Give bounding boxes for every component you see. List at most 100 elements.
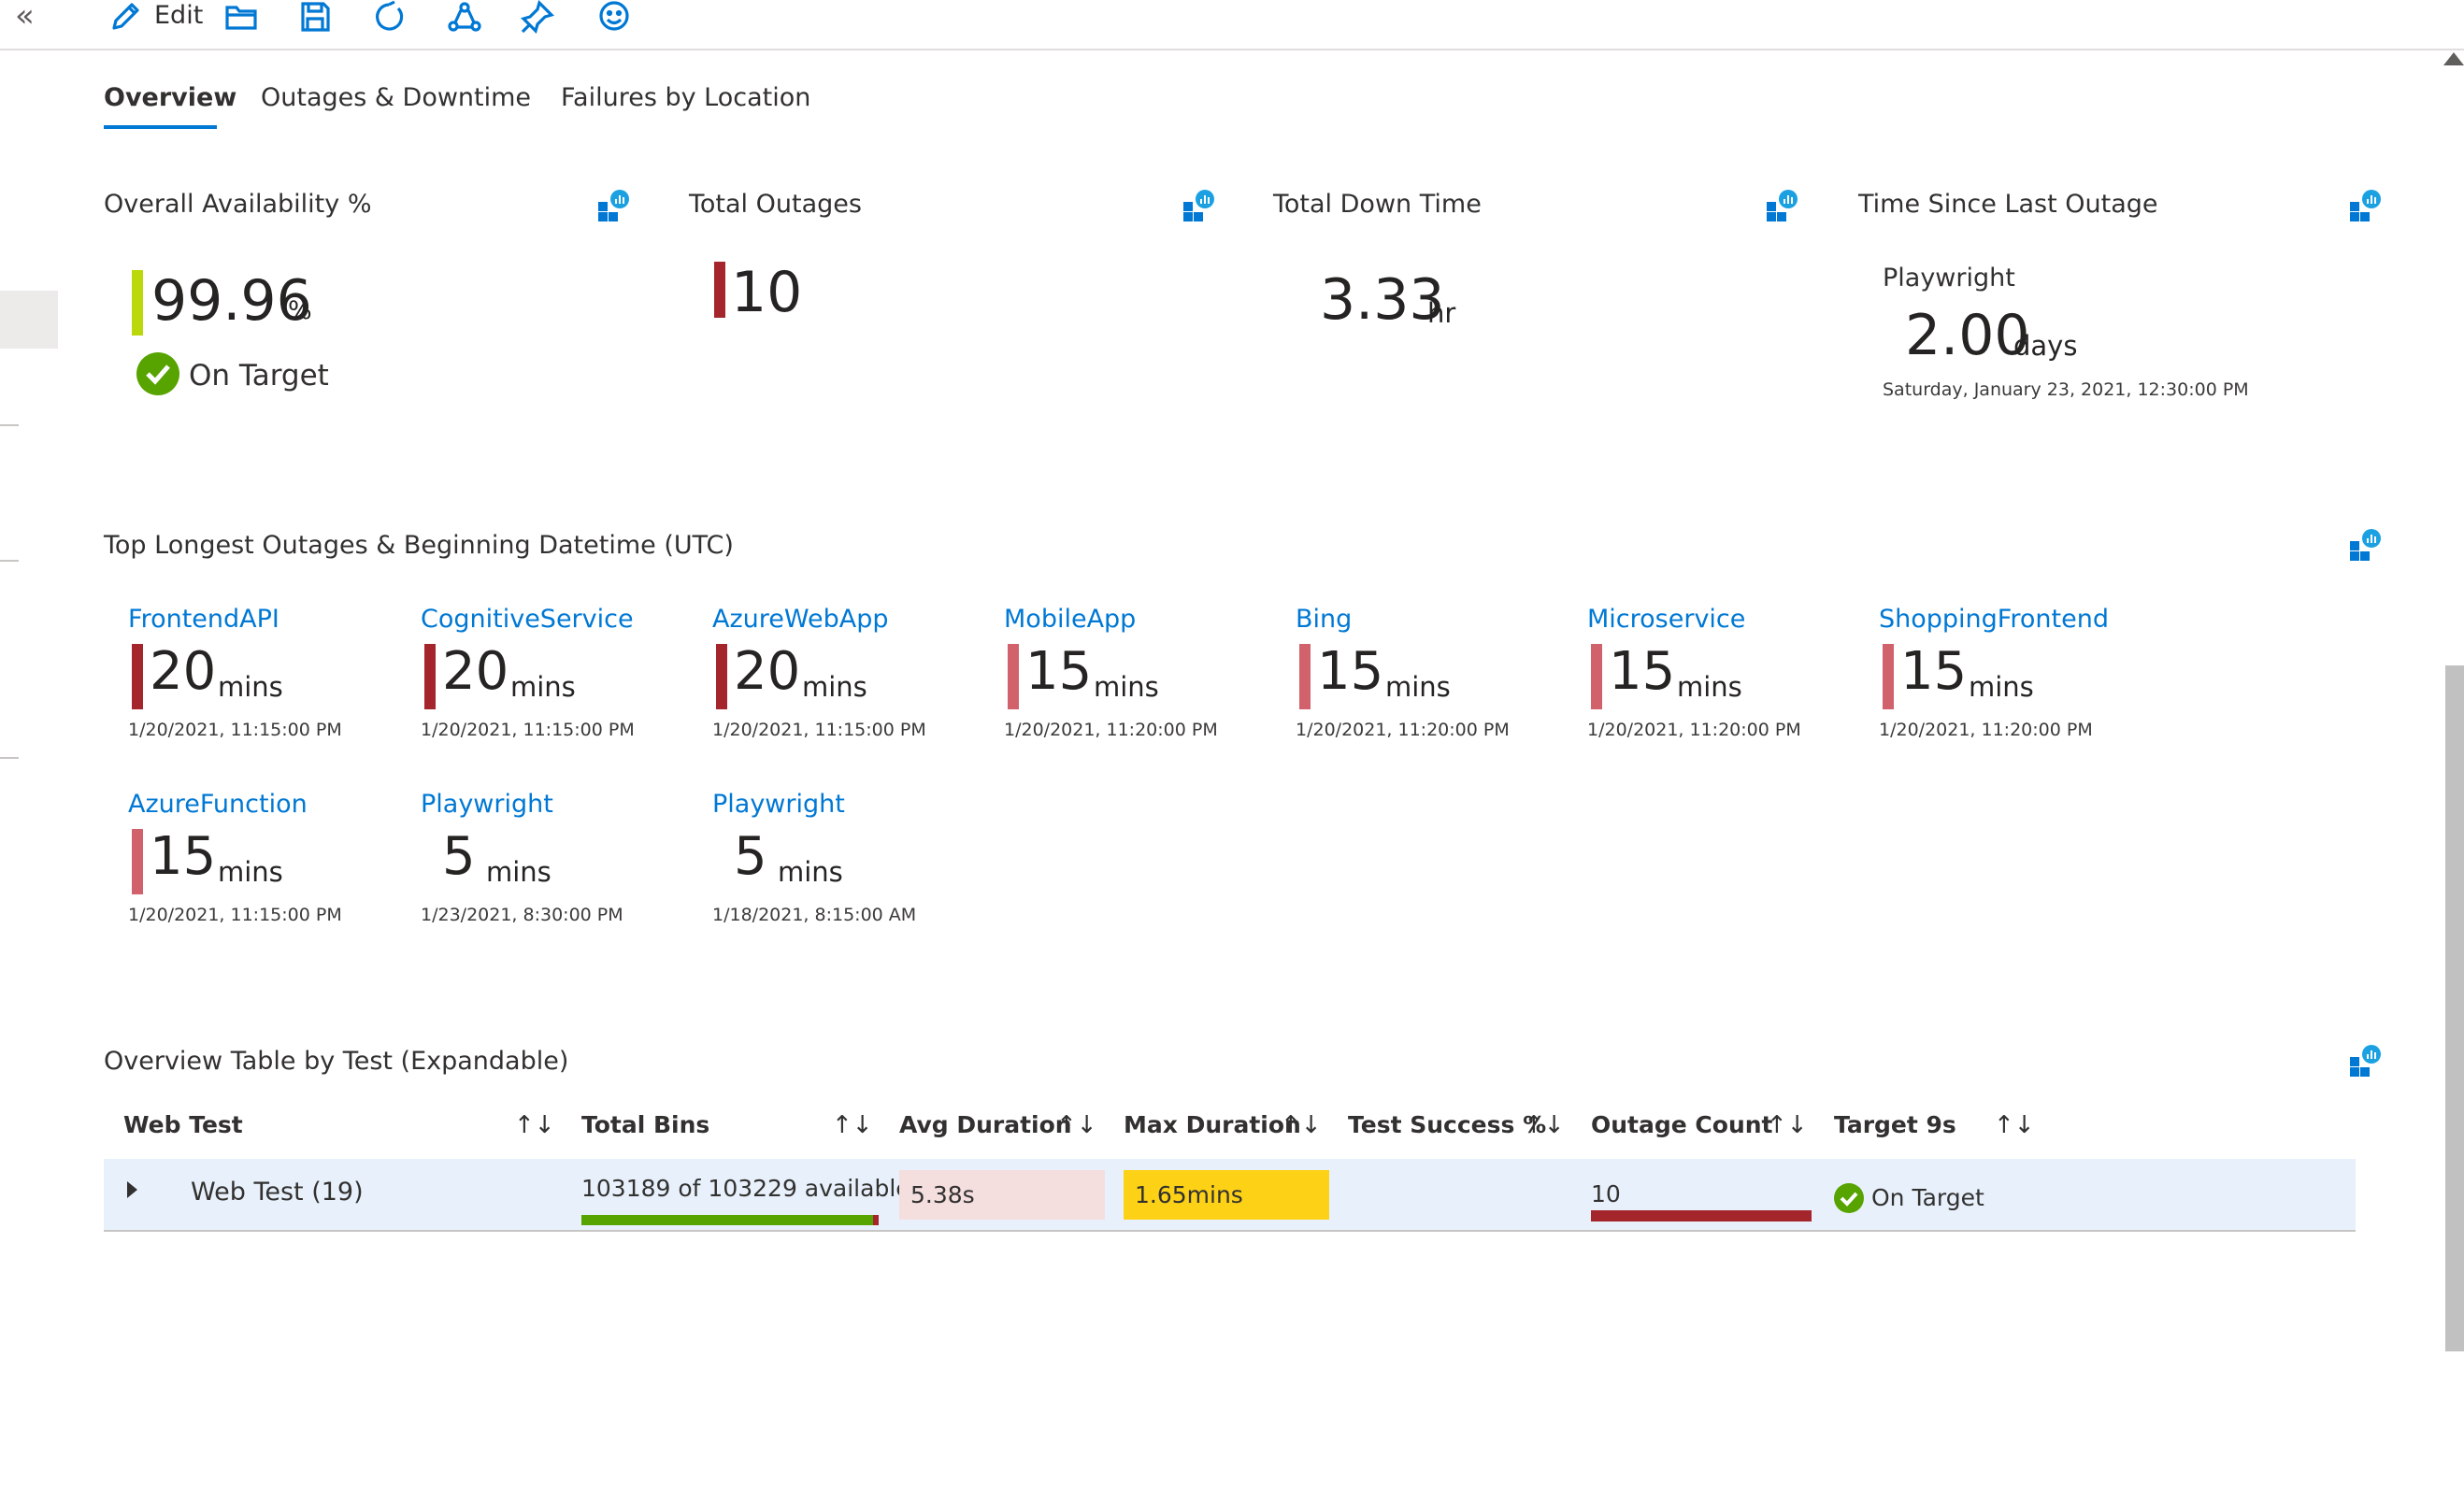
- column-header-test-success[interactable]: Test Success %: [1348, 1108, 1546, 1142]
- outage-tile[interactable]: Microservice 15 mins 1/20/2021, 11:20:00 PM: [1587, 603, 1868, 743]
- availability-title: Overall Availability %: [104, 190, 372, 219]
- column-header-target-9s[interactable]: Target 9s: [1834, 1108, 1956, 1142]
- column-header-avg-duration[interactable]: Avg Duration: [899, 1108, 1072, 1142]
- refresh-icon[interactable]: [372, 0, 406, 34]
- sort-icon[interactable]: ↑↓: [514, 1108, 555, 1142]
- row-avg-duration: 5.38s: [910, 1181, 975, 1208]
- save-icon[interactable]: [298, 0, 332, 34]
- pin-to-dashboard-icon[interactable]: [1765, 189, 1798, 222]
- outage-severity-bar: [132, 829, 143, 894]
- scroll-up-arrow-icon[interactable]: [2443, 52, 2464, 65]
- last-outage-test-name: Playwright: [1883, 264, 2015, 293]
- last-outage-timestamp: Saturday, January 23, 2021, 12:30:00 PM: [1883, 379, 2249, 400]
- outage-severity-bar: [1299, 644, 1311, 709]
- outage-test-link[interactable]: AzureWebApp: [712, 603, 889, 636]
- outage-start-time: 1/20/2021, 11:20:00 PM: [1879, 720, 2093, 740]
- outage-duration-value: 20: [442, 641, 509, 702]
- share-icon[interactable]: [447, 0, 482, 34]
- outage-start-time: 1/20/2021, 11:20:00 PM: [1004, 720, 1218, 740]
- active-tab-indicator: [104, 125, 217, 129]
- pin-to-dashboard-icon[interactable]: [596, 189, 630, 222]
- outage-duration-unit: mins: [802, 671, 867, 703]
- open-folder-icon[interactable]: [223, 0, 259, 34]
- total-downtime-unit: hr: [1427, 297, 1456, 329]
- outage-start-time: 1/20/2021, 11:15:00 PM: [128, 720, 342, 740]
- total-outages-title: Total Outages: [689, 190, 862, 219]
- edit-pencil-icon[interactable]: [108, 0, 142, 34]
- outage-duration-value: 15: [150, 826, 217, 887]
- sort-icon[interactable]: ↑↓: [832, 1108, 873, 1142]
- pin-to-dashboard-icon[interactable]: [2348, 1044, 2382, 1078]
- outage-duration-value: 20: [150, 641, 217, 702]
- tab-failures-by-location[interactable]: Failures by Location: [561, 80, 810, 116]
- column-header-web-test[interactable]: Web Test: [123, 1108, 243, 1142]
- outage-test-link[interactable]: Playwright: [421, 788, 553, 821]
- outage-duration-value: 15: [1609, 641, 1676, 702]
- outage-test-link[interactable]: Bing: [1296, 603, 1352, 636]
- availability-status: On Target: [189, 359, 329, 393]
- nav-rail-selected-item[interactable]: [0, 291, 58, 349]
- check-circle-icon: [1834, 1183, 1864, 1213]
- sort-icon[interactable]: ↑↓: [1994, 1108, 2035, 1142]
- total-downtime-title: Total Down Time: [1273, 190, 1482, 219]
- outage-test-link[interactable]: AzureFunction: [128, 788, 308, 821]
- outage-tile[interactable]: Bing 15 mins 1/20/2021, 11:20:00 PM: [1296, 603, 1576, 743]
- sort-icon[interactable]: ↑↓: [1767, 1108, 1808, 1142]
- outage-tile[interactable]: AzureWebApp 20 mins 1/20/2021, 11:15:00 PM: [712, 603, 993, 743]
- sort-icon[interactable]: ↑↓: [1281, 1108, 1322, 1142]
- edit-button[interactable]: Edit: [154, 0, 203, 32]
- outages-severity-bar: [714, 262, 725, 318]
- pin-icon[interactable]: [520, 0, 555, 35]
- pin-to-dashboard-icon[interactable]: [1182, 189, 1215, 222]
- expand-row-caret-icon[interactable]: [127, 1181, 137, 1198]
- outage-tile[interactable]: ShoppingFrontend 15 mins 1/20/2021, 11:20:0…: [1879, 603, 2159, 743]
- outage-test-link[interactable]: ShoppingFrontend: [1879, 603, 2109, 636]
- check-circle-icon: [136, 352, 179, 395]
- outage-start-time: 1/20/2021, 11:15:00 PM: [128, 905, 342, 925]
- scrollbar-thumb[interactable]: [2445, 665, 2464, 1351]
- avg-duration-cell: 5.38s: [899, 1170, 1105, 1220]
- row-max-duration: 1.65mins: [1135, 1181, 1243, 1208]
- total-bins-fill: [581, 1215, 873, 1225]
- outage-duration-unit: mins: [486, 856, 552, 888]
- outage-tile[interactable]: MobileApp 15 mins 1/20/2021, 11:20:00 PM: [1004, 603, 1284, 743]
- sort-icon[interactable]: ↑↓: [1524, 1108, 1565, 1142]
- outage-start-time: 1/20/2021, 11:20:00 PM: [1587, 720, 1801, 740]
- outage-duration-unit: mins: [1385, 671, 1451, 703]
- time-since-outage-value: 2.00: [1905, 303, 2030, 368]
- collapse-chevron-icon[interactable]: «: [15, 0, 35, 32]
- outage-severity-bar: [424, 644, 436, 709]
- outage-count-bar: [1591, 1210, 1812, 1221]
- pin-to-dashboard-icon[interactable]: [2348, 189, 2382, 222]
- sort-icon[interactable]: ↑↓: [1056, 1108, 1097, 1142]
- pin-to-dashboard-icon[interactable]: [2348, 528, 2382, 562]
- outage-test-link[interactable]: FrontendAPI: [128, 603, 279, 636]
- outage-test-link[interactable]: Playwright: [712, 788, 845, 821]
- tab-overview[interactable]: Overview: [104, 80, 236, 116]
- outage-severity-bar: [132, 644, 143, 709]
- total-downtime-value: 3.33: [1320, 267, 1445, 333]
- feedback-smiley-icon[interactable]: [597, 0, 631, 34]
- outage-tile[interactable]: AzureFunction 15 mins 1/20/2021, 11:15:00 P…: [128, 788, 408, 928]
- outage-tile[interactable]: Playwright 5 mins 1/23/2021, 8:30:00 PM: [421, 788, 701, 928]
- outage-duration-value: 20: [734, 641, 801, 702]
- tab-outages-downtime[interactable]: Outages & Downtime: [261, 80, 531, 116]
- outage-tile[interactable]: CognitiveService 20 mins 1/20/2021, 11:15:0…: [421, 603, 701, 743]
- row-total-bins: 103189 of 103229 available: [581, 1175, 910, 1202]
- outage-tile[interactable]: FrontendAPI 20 mins 1/20/2021, 11:15:00 PM: [128, 603, 408, 743]
- outage-test-link[interactable]: MobileApp: [1004, 603, 1136, 636]
- column-header-total-bins[interactable]: Total Bins: [581, 1108, 709, 1142]
- outage-test-link[interactable]: Microservice: [1587, 603, 1745, 636]
- time-since-outage-unit: days: [2013, 330, 2078, 362]
- outage-duration-unit: mins: [510, 671, 576, 703]
- availability-status-bar: [132, 270, 143, 336]
- column-header-outage-count[interactable]: Outage Count: [1591, 1108, 1773, 1142]
- outage-duration-unit: mins: [218, 856, 283, 888]
- row-web-test: Web Test (19): [191, 1178, 364, 1207]
- outage-tile[interactable]: Playwright 5 mins 1/18/2021, 8:15:00 AM: [712, 788, 993, 928]
- column-header-max-duration[interactable]: Max Duration: [1124, 1108, 1301, 1142]
- outage-severity-bar: [1883, 644, 1894, 709]
- outage-test-link[interactable]: CognitiveService: [421, 603, 634, 636]
- outage-duration-value: 15: [1025, 641, 1093, 702]
- outage-severity-bar: [1591, 644, 1602, 709]
